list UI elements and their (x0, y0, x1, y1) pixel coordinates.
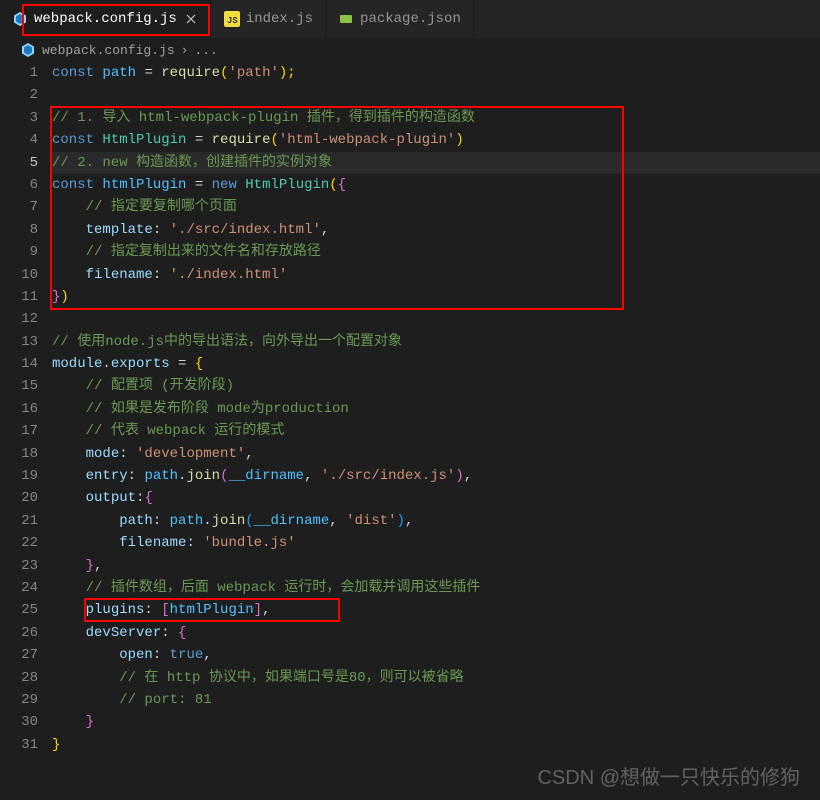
code-line: mode: 'development', (52, 443, 820, 465)
line-numbers: 1234 5678 9101112 13141516 17181920 2122… (0, 62, 52, 800)
code-line: devServer: { (52, 622, 820, 644)
breadcrumb-sep: › (181, 43, 189, 58)
code-line: }, (52, 555, 820, 577)
tab-webpack-config[interactable]: webpack.config.js (0, 0, 212, 38)
code-line: // 如果是发布阶段 mode为production (52, 398, 820, 420)
code-line: filename: 'bundle.js' (52, 532, 820, 554)
breadcrumb-more[interactable]: ... (194, 43, 217, 58)
code-line: const path = require('path'); (52, 62, 820, 84)
code-line: // 指定复制出来的文件名和存放路径 (52, 241, 820, 263)
breadcrumb-file[interactable]: webpack.config.js (42, 43, 175, 58)
code-line: // 使用node.js中的导出语法，向外导出一个配置对象 (52, 331, 820, 353)
tab-package-json[interactable]: package.json (326, 0, 474, 38)
editor-tabs: webpack.config.js JS index.js package.js… (0, 0, 820, 38)
code-line: }) (52, 286, 820, 308)
code-line: // 2. new 构造函数，创建插件的实例对象 (52, 152, 820, 174)
code-line: // 插件数组，后面 webpack 运行时，会加载并调用这些插件 (52, 577, 820, 599)
breadcrumb: webpack.config.js › ... (0, 38, 820, 62)
code-line: filename: './index.html' (52, 264, 820, 286)
code-line: } (52, 734, 820, 756)
code-line: output:{ (52, 487, 820, 509)
code-line: // 代表 webpack 运行的模式 (52, 420, 820, 442)
tab-label: index.js (246, 11, 313, 27)
code-line: } (52, 711, 820, 733)
code-line: entry: path.join(__dirname, './src/index… (52, 465, 820, 487)
code-line: plugins: [htmlPlugin], (52, 599, 820, 621)
npm-icon (338, 11, 354, 27)
code-line: // 配置项 (开发阶段) (52, 375, 820, 397)
code-line: module.exports = { (52, 353, 820, 375)
code-line (52, 84, 820, 106)
webpack-icon (20, 42, 36, 58)
svg-text:JS: JS (227, 16, 238, 26)
close-icon[interactable] (183, 11, 199, 27)
code-line: // 指定要复制哪个页面 (52, 196, 820, 218)
tab-label: package.json (360, 11, 461, 27)
code-line: // 在 http 协议中，如果端口号是80，则可以被省略 (52, 667, 820, 689)
code-line: open: true, (52, 644, 820, 666)
code-line: const HtmlPlugin = require('html-webpack… (52, 129, 820, 151)
code-line (52, 308, 820, 330)
code-line: path: path.join(__dirname, 'dist'), (52, 510, 820, 532)
js-icon: JS (224, 11, 240, 27)
code-line: template: './src/index.html', (52, 219, 820, 241)
code-line: // 1. 导入 html-webpack-plugin 插件，得到插件的构造函… (52, 107, 820, 129)
code-line: const htmlPlugin = new HtmlPlugin({ (52, 174, 820, 196)
tab-index-js[interactable]: JS index.js (212, 0, 326, 38)
webpack-icon (12, 11, 28, 27)
code-editor[interactable]: 1234 5678 9101112 13141516 17181920 2122… (0, 62, 820, 800)
code-content[interactable]: const path = require('path'); // 1. 导入 h… (52, 62, 820, 800)
tab-label: webpack.config.js (34, 11, 177, 27)
code-line: // port: 81 (52, 689, 820, 711)
